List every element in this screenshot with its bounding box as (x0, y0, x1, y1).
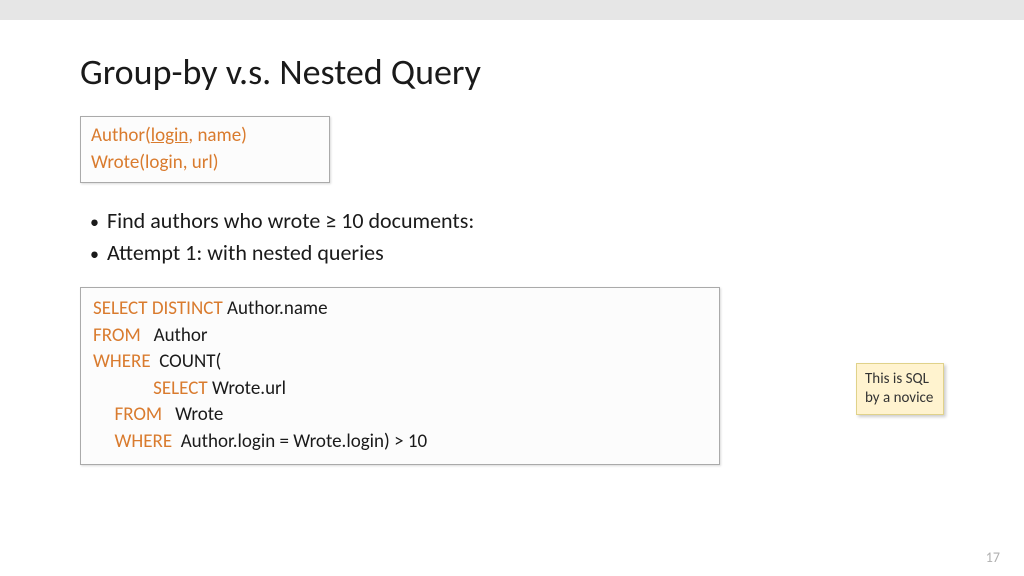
window-top-bar (0, 0, 1024, 20)
schema-author: Author(login, name) (91, 123, 319, 150)
sql-line: WHERE Author.login = Wrote.login) > 10 (93, 429, 707, 456)
schema-wrote: Wrote(login, url) (91, 150, 319, 177)
schema-text: , name) (188, 124, 247, 147)
sql-line: FROM Author (93, 323, 707, 350)
annotation-note: This is SQL by a novice (856, 363, 944, 415)
sql-code-box: SELECT DISTINCT Author.name FROM Author … (80, 287, 720, 465)
page-number: 17 (986, 549, 1000, 566)
slide-content: Group-by v.s. Nested Query Author(login,… (0, 20, 1024, 576)
sql-line: SELECT Wrote.url (93, 376, 707, 403)
sql-line: SELECT DISTINCT Author.name (93, 296, 707, 323)
schema-box: Author(login, name) Wrote(login, url) (80, 116, 330, 183)
slide-title: Group-by v.s. Nested Query (80, 50, 954, 94)
schema-text: Author( (91, 124, 151, 147)
schema-key: login (151, 124, 189, 147)
bullet-dot-icon: • (90, 209, 99, 235)
bullet-item: • Attempt 1: with nested queries (90, 237, 954, 269)
bullet-dot-icon: • (90, 241, 99, 267)
bullet-text: Find authors who wrote ≥ 10 documents: (107, 205, 474, 237)
sql-line: WHERE COUNT( (93, 349, 707, 376)
sql-line: FROM Wrote (93, 402, 707, 429)
bullet-item: • Find authors who wrote ≥ 10 documents: (90, 205, 954, 237)
bullet-list: • Find authors who wrote ≥ 10 documents:… (90, 205, 954, 269)
bullet-text: Attempt 1: with nested queries (107, 237, 384, 269)
